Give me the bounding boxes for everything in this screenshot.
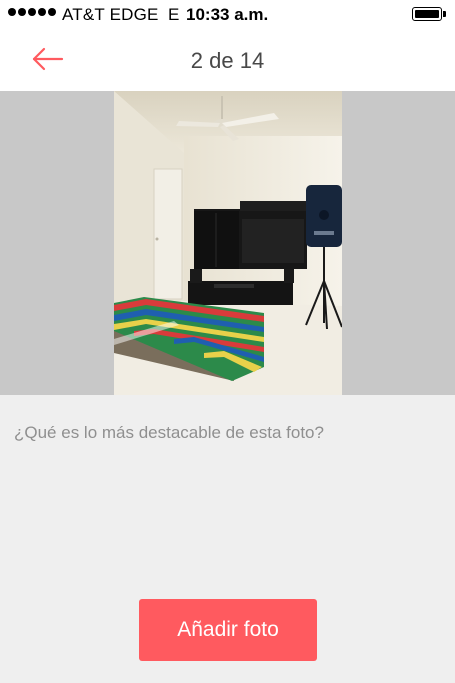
clock: 10:33 a.m. [186,5,269,24]
signal-strength-icon [8,8,56,16]
status-bar: AT&T EDGE E 10:33 a.m. [0,0,455,30]
battery-icon [412,7,446,21]
carrier-label: AT&T EDGE [62,5,159,24]
nav-bar: 2 de 14 [0,30,455,91]
network-type-label: E [168,5,180,24]
add-photo-button[interactable]: Añadir foto [139,599,317,661]
room-photo[interactable] [114,91,342,395]
photo-caption-input[interactable] [14,423,434,443]
page-counter-title: 2 de 14 [190,48,265,73]
photo-viewer [0,91,455,395]
